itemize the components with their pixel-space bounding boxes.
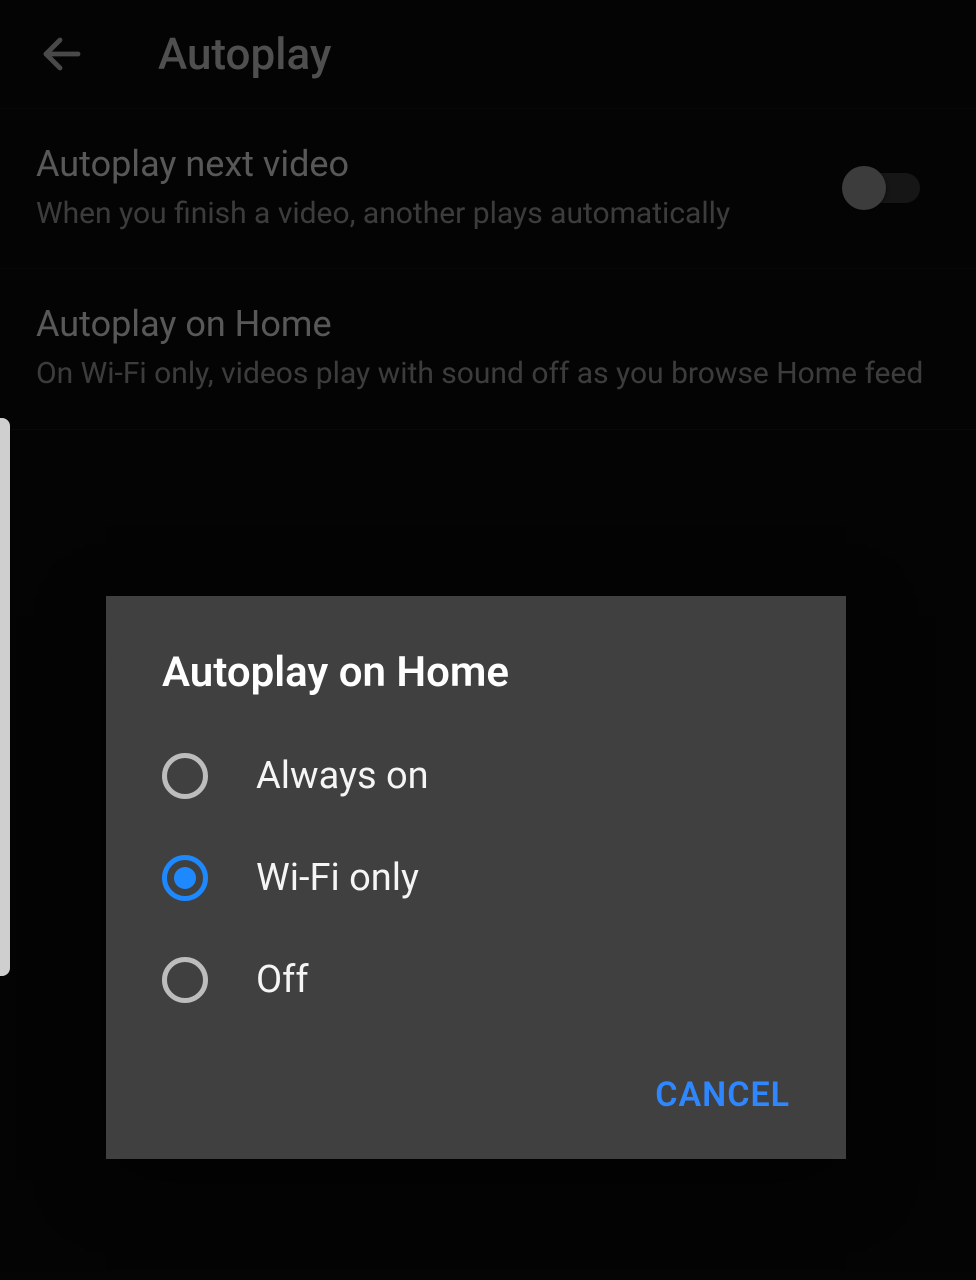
option-label: Off — [256, 958, 309, 1002]
dialog-actions: CANCEL — [106, 1055, 846, 1151]
autoplay-on-home-dialog: Autoplay on Home Always on Wi-Fi only Of… — [106, 596, 846, 1159]
dialog-title: Autoplay on Home — [106, 596, 846, 725]
option-always-on[interactable]: Always on — [146, 725, 806, 827]
dialog-options: Always on Wi-Fi only Off — [106, 725, 846, 1055]
radio-icon — [162, 855, 208, 901]
option-off[interactable]: Off — [146, 929, 806, 1031]
option-label: Always on — [256, 754, 429, 798]
cancel-button[interactable]: CANCEL — [647, 1063, 798, 1127]
radio-icon — [162, 753, 208, 799]
option-label: Wi-Fi only — [256, 856, 419, 900]
radio-icon — [162, 957, 208, 1003]
scroll-edge-indicator — [0, 418, 10, 976]
option-wifi-only[interactable]: Wi-Fi only — [146, 827, 806, 929]
